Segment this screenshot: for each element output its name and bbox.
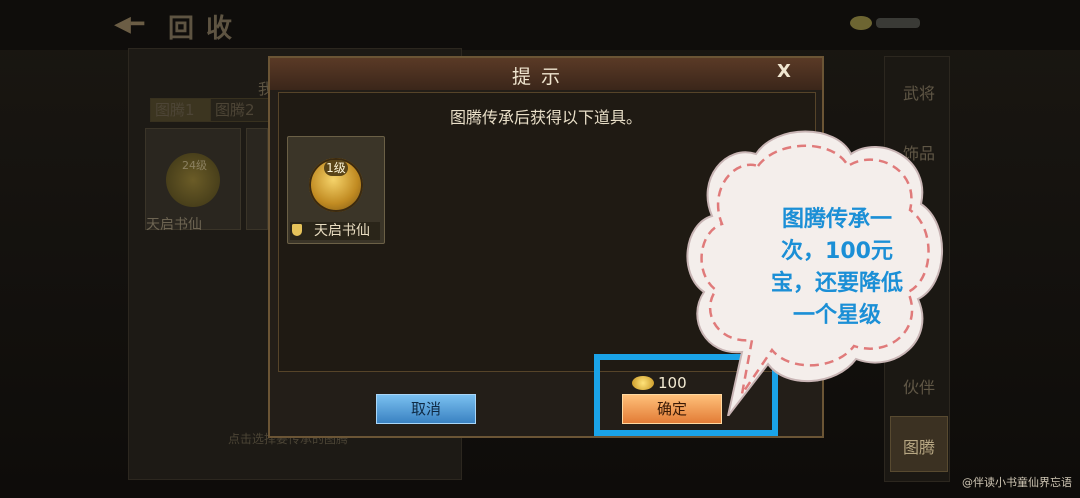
reward-item-name: 天启书仙 — [314, 223, 370, 239]
totem-level: 24级 — [182, 159, 207, 172]
annotation-line: 图腾传承一 — [781, 207, 892, 232]
side-tab-totem[interactable]: 图腾 — [894, 434, 944, 458]
reward-item-level: 1级 — [324, 160, 348, 176]
dialog-title: 提示 — [512, 66, 571, 88]
annotation-line: 宝，还要降低 — [770, 271, 903, 296]
annotation-line: 次，100元 — [781, 239, 893, 264]
annotation-text: 图腾传承一 次，100元 宝，还要降低 一个星级 — [752, 204, 922, 332]
tab-totem-2[interactable]: 图腾2 — [210, 98, 272, 122]
totem-name: 天启书仙 — [146, 217, 202, 233]
watermark: @伴读小书童仙界忘语 — [962, 476, 1072, 489]
totem-slot-2[interactable] — [246, 128, 268, 230]
currency-amount-blurred — [876, 18, 920, 28]
cancel-button[interactable]: 取消 — [376, 394, 476, 424]
tab-totem-1[interactable]: 图腾1 — [150, 98, 216, 122]
annotation-line: 一个星级 — [792, 303, 881, 328]
gold-ingot-icon — [850, 16, 872, 30]
page-title: 回收 — [168, 14, 245, 44]
side-tab-generals[interactable]: 武将 — [894, 80, 944, 104]
back-arrow-icon[interactable]: ◀━ — [114, 14, 154, 36]
currency-display — [850, 12, 930, 34]
close-icon[interactable]: X — [774, 62, 794, 82]
shield-icon — [292, 224, 302, 236]
